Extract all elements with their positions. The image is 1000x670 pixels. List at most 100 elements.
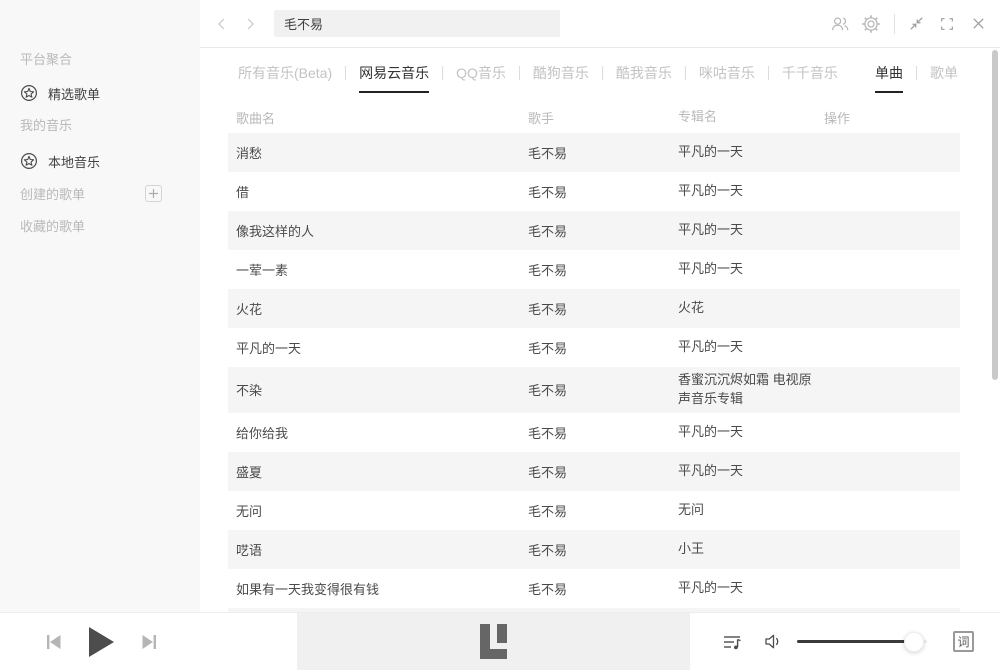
song-name[interactable]: 消愁 [228, 143, 528, 162]
sidebar-section-label: 收藏的歌单 [20, 216, 85, 235]
forward-button[interactable] [242, 16, 258, 32]
table-row[interactable]: 平凡的一天 毛不易 平凡的一天 [228, 328, 960, 367]
tab-singles[interactable]: 单曲 [875, 63, 903, 93]
lyrics-toggle-button[interactable]: 词 [953, 631, 974, 652]
sidebar-section-created-playlists: 创建的歌单 [20, 183, 190, 203]
mini-mode-icon[interactable] [906, 14, 926, 34]
song-album[interactable]: 平凡的一天 [678, 575, 824, 602]
song-name[interactable]: 盛夏 [228, 462, 528, 481]
song-name[interactable]: 不染 [228, 380, 528, 399]
close-icon[interactable] [968, 14, 988, 34]
song-album[interactable]: 无问 [678, 497, 824, 524]
play-queue-icon[interactable] [722, 633, 743, 651]
sidebar-section-label: 我的音乐 [20, 115, 72, 134]
song-name[interactable]: 一荤一素 [228, 260, 528, 279]
song-name[interactable]: 平凡的一天 [228, 338, 528, 357]
sidebar-section-my-music: 我的音乐 [20, 114, 190, 134]
tab-kuwo-music[interactable]: 酷我音乐 [616, 63, 672, 91]
song-artist[interactable]: 毛不易 [528, 143, 678, 162]
table-row[interactable]: 呓语 毛不易 小王 [228, 530, 960, 569]
platform-tabs: 所有音乐(Beta) 网易云音乐 QQ音乐 酷狗音乐 酷我音乐 咪咕音乐 千千音… [238, 63, 958, 93]
song-artist[interactable]: 毛不易 [528, 540, 678, 559]
table-row[interactable]: 如果有一天我变得很有钱 毛不易 平凡的一天 [228, 569, 960, 608]
song-name[interactable]: 无问 [228, 501, 528, 520]
song-album[interactable]: 平凡的一天 [678, 458, 824, 485]
circled-star-icon [20, 152, 38, 170]
connect-icon[interactable] [830, 14, 850, 34]
table-row[interactable]: 一荤一素 毛不易 平凡的一天 [228, 250, 960, 289]
circled-star-icon [20, 84, 38, 102]
tab-playlists[interactable]: 歌单 [930, 63, 958, 91]
tab-kugou-music[interactable]: 酷狗音乐 [533, 63, 589, 91]
volume-slider[interactable] [797, 631, 927, 653]
back-button[interactable] [214, 16, 230, 32]
divider [602, 66, 603, 80]
table-row[interactable]: 无问 毛不易 无问 [228, 491, 960, 530]
song-artist[interactable]: 毛不易 [528, 501, 678, 520]
sidebar-item-featured-playlists[interactable]: 精选歌单 [20, 83, 190, 103]
play-button[interactable] [88, 627, 115, 657]
song-artist[interactable]: 毛不易 [528, 462, 678, 481]
volume-fill [797, 640, 914, 643]
song-album[interactable]: 平凡的一天 [678, 139, 824, 166]
song-table: 消愁 毛不易 平凡的一天 借 毛不易 平凡的一天 像我这样的人 毛不易 平凡的一… [228, 133, 960, 647]
sidebar-section-favorite-playlists[interactable]: 收藏的歌单 [20, 215, 190, 235]
tab-qianqian-music[interactable]: 千千音乐 [782, 63, 838, 91]
volume-knob[interactable] [904, 632, 924, 652]
song-album[interactable]: 香蜜沉沉烬如霜 电视原声音乐专辑 [678, 367, 824, 413]
song-artist[interactable]: 毛不易 [528, 423, 678, 442]
song-album[interactable]: 平凡的一天 [678, 217, 824, 244]
song-album[interactable]: 平凡的一天 [678, 419, 824, 446]
table-row[interactable]: 消愁 毛不易 平凡的一天 [228, 133, 960, 172]
fullscreen-icon[interactable] [937, 14, 957, 34]
table-row[interactable]: 盛夏 毛不易 平凡的一天 [228, 452, 960, 491]
listen1-logo-icon [480, 624, 507, 659]
song-name[interactable]: 给你给我 [228, 423, 528, 442]
tab-netease-music[interactable]: 网易云音乐 [359, 63, 429, 93]
song-album[interactable]: 平凡的一天 [678, 178, 824, 205]
table-row[interactable]: 借 毛不易 平凡的一天 [228, 172, 960, 211]
song-name[interactable]: 如果有一天我变得很有钱 [228, 579, 528, 598]
song-name[interactable]: 呓语 [228, 540, 528, 559]
table-header: 歌曲名 歌手 专辑名 操作 [228, 101, 960, 133]
song-artist[interactable]: 毛不易 [528, 579, 678, 598]
header-artist: 歌手 [528, 108, 678, 127]
song-album[interactable]: 平凡的一天 [678, 256, 824, 283]
divider [345, 66, 346, 80]
tab-migu-music[interactable]: 咪咕音乐 [699, 63, 755, 91]
tab-all-music[interactable]: 所有音乐(Beta) [238, 63, 332, 91]
divider [894, 14, 895, 34]
settings-gear-icon[interactable] [861, 14, 881, 34]
sidebar-section-platform: 平台聚合 [20, 48, 190, 68]
sidebar-item-label: 本地音乐 [48, 152, 100, 171]
song-artist[interactable]: 毛不易 [528, 380, 678, 399]
divider [768, 66, 769, 80]
volume-icon[interactable] [763, 633, 783, 650]
song-name[interactable]: 火花 [228, 299, 528, 318]
player-right-controls: 词 [690, 613, 1000, 670]
table-row[interactable]: 给你给我 毛不易 平凡的一天 [228, 413, 960, 452]
table-row[interactable]: 火花 毛不易 火花 [228, 289, 960, 328]
table-row[interactable]: 像我这样的人 毛不易 平凡的一天 [228, 211, 960, 250]
tab-qq-music[interactable]: QQ音乐 [456, 63, 506, 91]
song-artist[interactable]: 毛不易 [528, 221, 678, 240]
song-album[interactable]: 平凡的一天 [678, 334, 824, 361]
scrollbar-thumb[interactable] [992, 50, 998, 380]
song-artist[interactable]: 毛不易 [528, 338, 678, 357]
previous-track-button[interactable] [44, 633, 63, 651]
window-controls [819, 14, 988, 34]
song-name[interactable]: 像我这样的人 [228, 221, 528, 240]
song-name[interactable]: 借 [228, 182, 528, 201]
sidebar-section-label: 创建的歌单 [20, 184, 85, 203]
search-input[interactable] [274, 10, 560, 37]
add-playlist-button[interactable] [145, 185, 162, 202]
song-artist[interactable]: 毛不易 [528, 182, 678, 201]
song-album[interactable]: 小王 [678, 536, 824, 563]
song-artist[interactable]: 毛不易 [528, 299, 678, 318]
song-album[interactable]: 火花 [678, 295, 824, 322]
sidebar-item-local-music[interactable]: 本地音乐 [20, 151, 190, 171]
player-center-panel[interactable] [297, 613, 690, 670]
song-artist[interactable]: 毛不易 [528, 260, 678, 279]
table-row[interactable]: 不染 毛不易 香蜜沉沉烬如霜 电视原声音乐专辑 [228, 367, 960, 413]
next-track-button[interactable] [140, 633, 159, 651]
